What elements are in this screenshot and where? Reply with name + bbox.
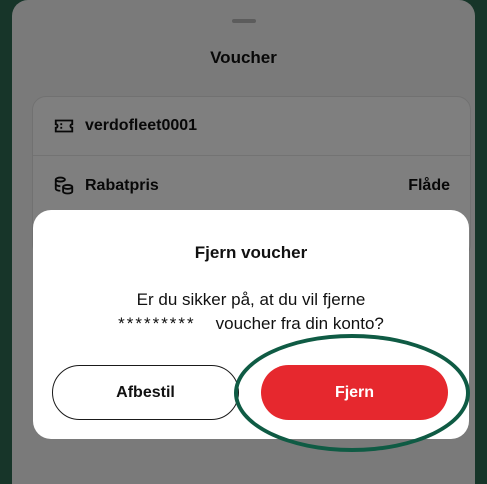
dialog-title: Fjern voucher: [194, 243, 308, 262]
dialog-message-line1: Er du sikker på, at du vil fjerne: [136, 290, 366, 309]
dialog-message: Er du sikker på, at du vil fjerne ******…: [63, 288, 439, 336]
remove-button[interactable]: Fjern: [261, 365, 448, 420]
dialog-message-line2: voucher fra din konto?: [215, 314, 384, 333]
cancel-button[interactable]: Afbestil: [52, 365, 239, 420]
masked-voucher-code: *********: [118, 314, 196, 333]
remove-voucher-dialog: Fjern voucher Er du sikker på, at du vil…: [33, 210, 469, 439]
